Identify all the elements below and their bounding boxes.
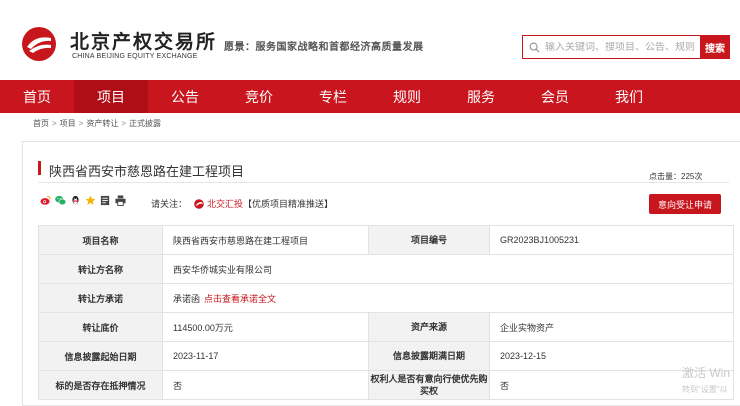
value-mortgage-status: 否: [162, 370, 369, 400]
value-transferor-name: 西安华侨城实业有限公司: [162, 254, 734, 284]
print-icon[interactable]: [115, 195, 126, 206]
label-reserve-price: 转让底价: [38, 312, 163, 342]
table-row: 转让方名称 西安华侨城实业有限公司: [38, 254, 734, 284]
title-marker: [38, 161, 41, 175]
edit-note-icon[interactable]: [100, 195, 111, 206]
windows-activation-watermark: 激活 Win 转到"设置"以: [682, 364, 730, 395]
view-count: 点击量：225次: [649, 172, 703, 181]
breadcrumb-projects[interactable]: 项目: [60, 119, 76, 128]
table-row: 转让方承诺 承诺函 点击查看承诺全文: [38, 283, 734, 313]
nav-item-projects[interactable]: 项目: [74, 80, 148, 113]
search-button[interactable]: 搜索: [700, 35, 730, 59]
watermark-line2: 转到"设置"以: [682, 385, 728, 394]
breadcrumb-separator: >: [52, 119, 57, 128]
table-row: 信息披露起始日期 2023-11-17 信息披露期满日期 2023-12-15: [38, 341, 734, 371]
value-transferor-commitment: 承诺函 点击查看承诺全文: [162, 283, 734, 313]
watermark-line1: 激活 Win: [682, 366, 731, 380]
search-icon: [523, 36, 545, 58]
logo-mark-icon[interactable]: [21, 26, 57, 62]
value-project-code: GR2023BJ1005231: [489, 225, 734, 255]
nav-item-bidding[interactable]: 竞价: [222, 80, 296, 113]
project-title-bar: 陕西省西安市慈恩路在建工程项目 点击量：225次: [23, 142, 740, 184]
table-row: 标的是否存在抵押情况 否 权利人是否有意向行使优先购买权 否: [38, 370, 734, 400]
breadcrumb-asset-transfer[interactable]: 资产转让: [86, 119, 118, 128]
favorite-star-icon[interactable]: [85, 195, 96, 206]
nav-item-announcements[interactable]: 公告: [148, 80, 222, 113]
search-box: [522, 35, 700, 59]
breadcrumb-home[interactable]: 首页: [33, 119, 49, 128]
nav-item-home[interactable]: 首页: [0, 80, 74, 113]
follow-account-link[interactable]: 北交汇投: [207, 197, 243, 210]
share-bar: [40, 195, 126, 206]
table-row: 转让底价 114500.00万元 资产来源 企业实物资产: [38, 312, 734, 342]
breadcrumb-separator: >: [78, 119, 84, 128]
wechat-icon[interactable]: [55, 195, 66, 206]
label-transferor-name: 转让方名称: [38, 254, 163, 284]
weibo-icon[interactable]: [40, 195, 51, 206]
value-asset-source: 企业实物资产: [489, 312, 734, 342]
follow-label: 请关注：: [151, 199, 188, 209]
search-input[interactable]: [545, 41, 695, 53]
project-info-table: 项目名称 陕西省西安市慈恩路在建工程项目 项目编号 GR2023BJ100523…: [38, 225, 734, 400]
view-commitment-link[interactable]: 点击查看承诺全文: [204, 294, 276, 304]
main-nav: 首页 项目 公告 竞价 专栏 规则 服务 会员 我们: [0, 80, 740, 113]
table-row: 项目名称 陕西省西安市慈恩路在建工程项目 项目编号 GR2023BJ100523…: [38, 225, 734, 255]
label-project-name: 项目名称: [38, 225, 163, 255]
value-reserve-price: 114500.00万元: [162, 312, 369, 342]
nav-item-columns[interactable]: 专栏: [296, 80, 370, 113]
label-disclosure-end: 信息披露期满日期: [368, 341, 490, 371]
nav-item-about[interactable]: 我们: [592, 80, 666, 113]
bjhb-logo-icon: [194, 198, 204, 209]
breadcrumb-separator: >: [121, 119, 127, 128]
breadcrumb-current: 正式披露: [129, 119, 162, 128]
qq-icon[interactable]: [70, 195, 81, 206]
follow-note: 【优质项目精准推送】: [243, 199, 334, 209]
logo-english-name[interactable]: CHINA BEIJING EQUITY EXCHANGE: [72, 53, 197, 60]
follow-promo: 请关注： 北交汇投 【优质项目精准推送】: [151, 197, 333, 210]
nav-item-rules[interactable]: 规则: [370, 80, 444, 113]
label-asset-source: 资产来源: [368, 312, 490, 342]
site-header: 北京产权交易所 CHINA BEIJING EQUITY EXCHANGE 愿景…: [0, 0, 740, 80]
vision-tagline: 愿景：服务国家战略和首都经济高质量发展: [224, 42, 424, 53]
title-divider: [38, 182, 729, 183]
project-detail-panel: 陕西省西安市慈恩路在建工程项目 点击量：225次 请关注： 北交汇投 【优质项目…: [22, 141, 740, 406]
label-preemption-right: 权利人是否有意向行使优先购买权: [368, 370, 490, 400]
label-project-code: 项目编号: [368, 225, 490, 255]
intent-apply-button[interactable]: 意向受让申请: [649, 194, 721, 214]
label-mortgage-status: 标的是否存在抵押情况: [38, 370, 163, 400]
breadcrumb: 首页 > 项目 > 资产转让 > 正式披露: [33, 118, 161, 129]
commitment-letter-text: 承诺函: [173, 293, 201, 304]
label-disclosure-start: 信息披露起始日期: [38, 341, 163, 371]
nav-item-members[interactable]: 会员: [518, 80, 592, 113]
value-disclosure-start: 2023-11-17: [162, 341, 369, 371]
project-title: 陕西省西安市慈恩路在建工程项目: [49, 164, 245, 179]
nav-item-services[interactable]: 服务: [444, 80, 518, 113]
logo-chinese-name[interactable]: 北京产权交易所: [70, 27, 217, 54]
label-transferor-commitment: 转让方承诺: [38, 283, 163, 313]
value-project-name: 陕西省西安市慈恩路在建工程项目: [162, 225, 369, 255]
